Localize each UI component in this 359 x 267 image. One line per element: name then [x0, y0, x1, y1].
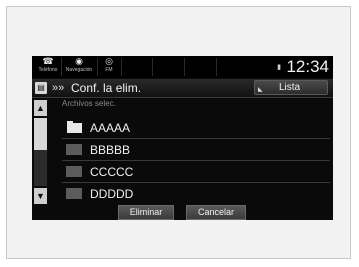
- signal-indicator-icon: ▮: [277, 64, 281, 71]
- title-bar: ▤ »» Conf. la elim. ◣ Lista: [32, 79, 333, 98]
- status-divider: [216, 58, 217, 76]
- scrollbar[interactable]: ▲ ▼: [34, 100, 47, 216]
- cancelar-button[interactable]: Cancelar: [186, 205, 246, 220]
- folder-menu-icon[interactable]: ▤: [35, 82, 47, 94]
- scroll-up-icon[interactable]: ▲: [34, 100, 47, 116]
- list-item-label: CCCCC: [90, 165, 134, 179]
- corner-arrow-icon: ◣: [258, 87, 263, 93]
- eliminar-button[interactable]: Eliminar: [118, 205, 174, 220]
- scroll-thumb[interactable]: [34, 118, 47, 150]
- status-bar: ☎ Teléfono ◉ Navegación ◎ FM ▮ 12:34: [32, 56, 333, 78]
- phone-shortcut[interactable]: ☎ Teléfono: [36, 56, 60, 78]
- page-title: Conf. la elim.: [71, 81, 142, 95]
- checkbox[interactable]: [66, 166, 82, 177]
- list-item-label: BBBBB: [90, 143, 131, 157]
- list-item[interactable]: DDDDD: [62, 184, 330, 204]
- list-item-label: AAAAA: [90, 121, 131, 135]
- radio-label: FM: [105, 67, 113, 73]
- list-item[interactable]: AAAAA: [62, 118, 330, 139]
- list-header: Archivos selec.: [62, 99, 116, 108]
- navigation-shortcut[interactable]: ◉ Navegación: [62, 56, 96, 78]
- phone-label: Teléfono: [38, 67, 58, 73]
- list-item-label: DDDDD: [90, 187, 134, 201]
- breadcrumb-chevron-icon: »»: [52, 82, 65, 94]
- list-item[interactable]: BBBBB: [62, 140, 330, 161]
- navigation-label: Navegación: [65, 67, 93, 73]
- clock: 12:34: [286, 57, 329, 76]
- lista-button[interactable]: ◣ Lista: [254, 80, 328, 95]
- scroll-down-icon[interactable]: ▼: [34, 188, 47, 204]
- lista-button-label: Lista: [279, 82, 301, 93]
- phone-icon: ☎: [42, 56, 54, 66]
- navigation-icon: ◉: [75, 56, 83, 66]
- status-divider: [121, 58, 122, 76]
- checkbox[interactable]: [66, 144, 82, 155]
- checkbox[interactable]: [66, 188, 82, 199]
- list-item[interactable]: CCCCC: [62, 162, 330, 183]
- radio-icon: ◎: [105, 56, 113, 66]
- folder-icon: [67, 121, 82, 133]
- radio-shortcut[interactable]: ◎ FM: [98, 56, 120, 78]
- head-unit-screen: ☎ Teléfono ◉ Navegación ◎ FM ▮ 12:34 ▤ »…: [32, 56, 333, 220]
- status-divider: [184, 58, 185, 76]
- status-divider: [152, 58, 153, 76]
